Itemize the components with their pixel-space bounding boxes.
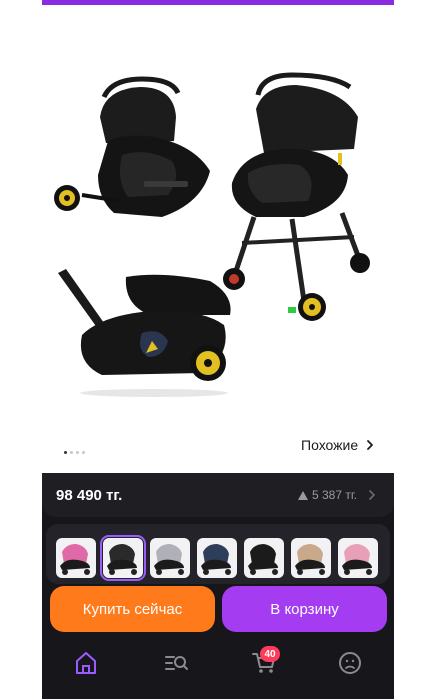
nav-catalog-search[interactable]	[163, 650, 189, 676]
favorite-button[interactable]	[315, 19, 341, 43]
back-button[interactable]	[54, 19, 78, 43]
variant-image	[295, 544, 325, 575]
price-row: 98 490 тг. 5 387 тг.	[42, 473, 394, 517]
product-price: 98 490 тг.	[56, 487, 123, 504]
variant-image	[107, 544, 137, 575]
pagination-dot	[82, 451, 85, 454]
variant-thumbnail[interactable]	[56, 538, 96, 578]
variant-thumbnail[interactable]	[291, 538, 331, 578]
nav-profile[interactable]	[337, 650, 363, 676]
share-button[interactable]	[360, 17, 384, 43]
product-screen: Похожие 98 490 тг. 5 387 тг. Купить сейч…	[42, 0, 394, 699]
chevron-left-icon	[60, 21, 71, 41]
variant-thumbnail[interactable]	[197, 538, 237, 578]
similar-link[interactable]: Похожие	[301, 437, 374, 453]
buy-now-button[interactable]: Купить сейчас	[50, 586, 215, 632]
price-change-value: 5 387 тг.	[312, 488, 358, 502]
variant-thumbnail[interactable]	[338, 538, 378, 578]
gallery-pagination	[64, 451, 85, 454]
price-change-link[interactable]: 5 387 тг.	[298, 488, 376, 502]
variant-image	[248, 544, 278, 575]
pagination-dot	[70, 451, 73, 454]
variant-image	[342, 544, 372, 575]
cart-count-badge: 40	[260, 646, 280, 662]
variant-image	[201, 544, 231, 575]
variant-thumbnail[interactable]	[244, 538, 284, 578]
product-photo	[54, 72, 370, 397]
nav-home[interactable]	[73, 650, 99, 676]
variant-image	[60, 544, 90, 575]
pagination-dot	[76, 451, 79, 454]
home-icon	[76, 652, 96, 674]
triangle-up-icon	[298, 490, 308, 500]
profile-icon	[339, 652, 361, 674]
chevron-right-icon	[367, 440, 374, 450]
variant-thumbnails	[46, 524, 390, 584]
car-seat-image-2	[223, 72, 370, 321]
chevron-right-icon	[369, 490, 376, 500]
add-to-cart-button[interactable]: В корзину	[222, 586, 387, 632]
pagination-dot	[64, 451, 67, 454]
share-icon	[362, 19, 382, 42]
variant-thumbnail[interactable]	[100, 535, 146, 581]
bottom-navigation	[42, 640, 394, 699]
variant-thumbnail[interactable]	[150, 538, 190, 578]
variant-image	[154, 544, 184, 575]
car-seat-image-3	[58, 269, 231, 397]
search-list-icon	[165, 656, 188, 670]
heart-icon	[315, 19, 341, 42]
similar-label: Похожие	[301, 437, 359, 453]
product-gallery[interactable]: Похожие	[42, 5, 394, 473]
car-seat-image-1	[54, 76, 210, 217]
